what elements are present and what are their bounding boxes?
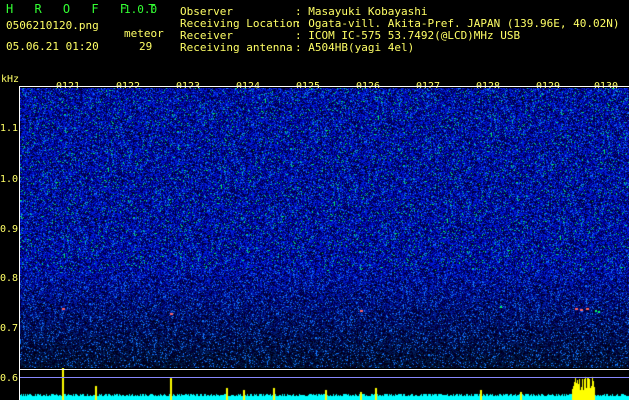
y-tick: 0.7 [0, 323, 19, 334]
app-version: 1.0.0 [124, 3, 158, 16]
y-tick: 0.6 [0, 373, 19, 384]
file-name: 0506210120.png [6, 19, 99, 32]
meteor-count: 29 [139, 40, 153, 53]
antenna-label: Receiving antenna [180, 41, 293, 54]
y-axis-unit: kHz [1, 74, 20, 85]
y-tick: 0.9 [0, 224, 19, 235]
spectrogram-canvas [20, 88, 629, 368]
y-tick: 1.0 [0, 174, 19, 185]
antenna-value: : A504HB(yagi 4el) [295, 41, 415, 54]
signal-level-strip [20, 368, 629, 400]
y-tick: 0.8 [0, 273, 19, 284]
y-tick: 1.1 [0, 123, 19, 134]
meteor-label: meteor [124, 27, 164, 40]
file-datetime: 05.06.21 01:20 [6, 40, 99, 53]
